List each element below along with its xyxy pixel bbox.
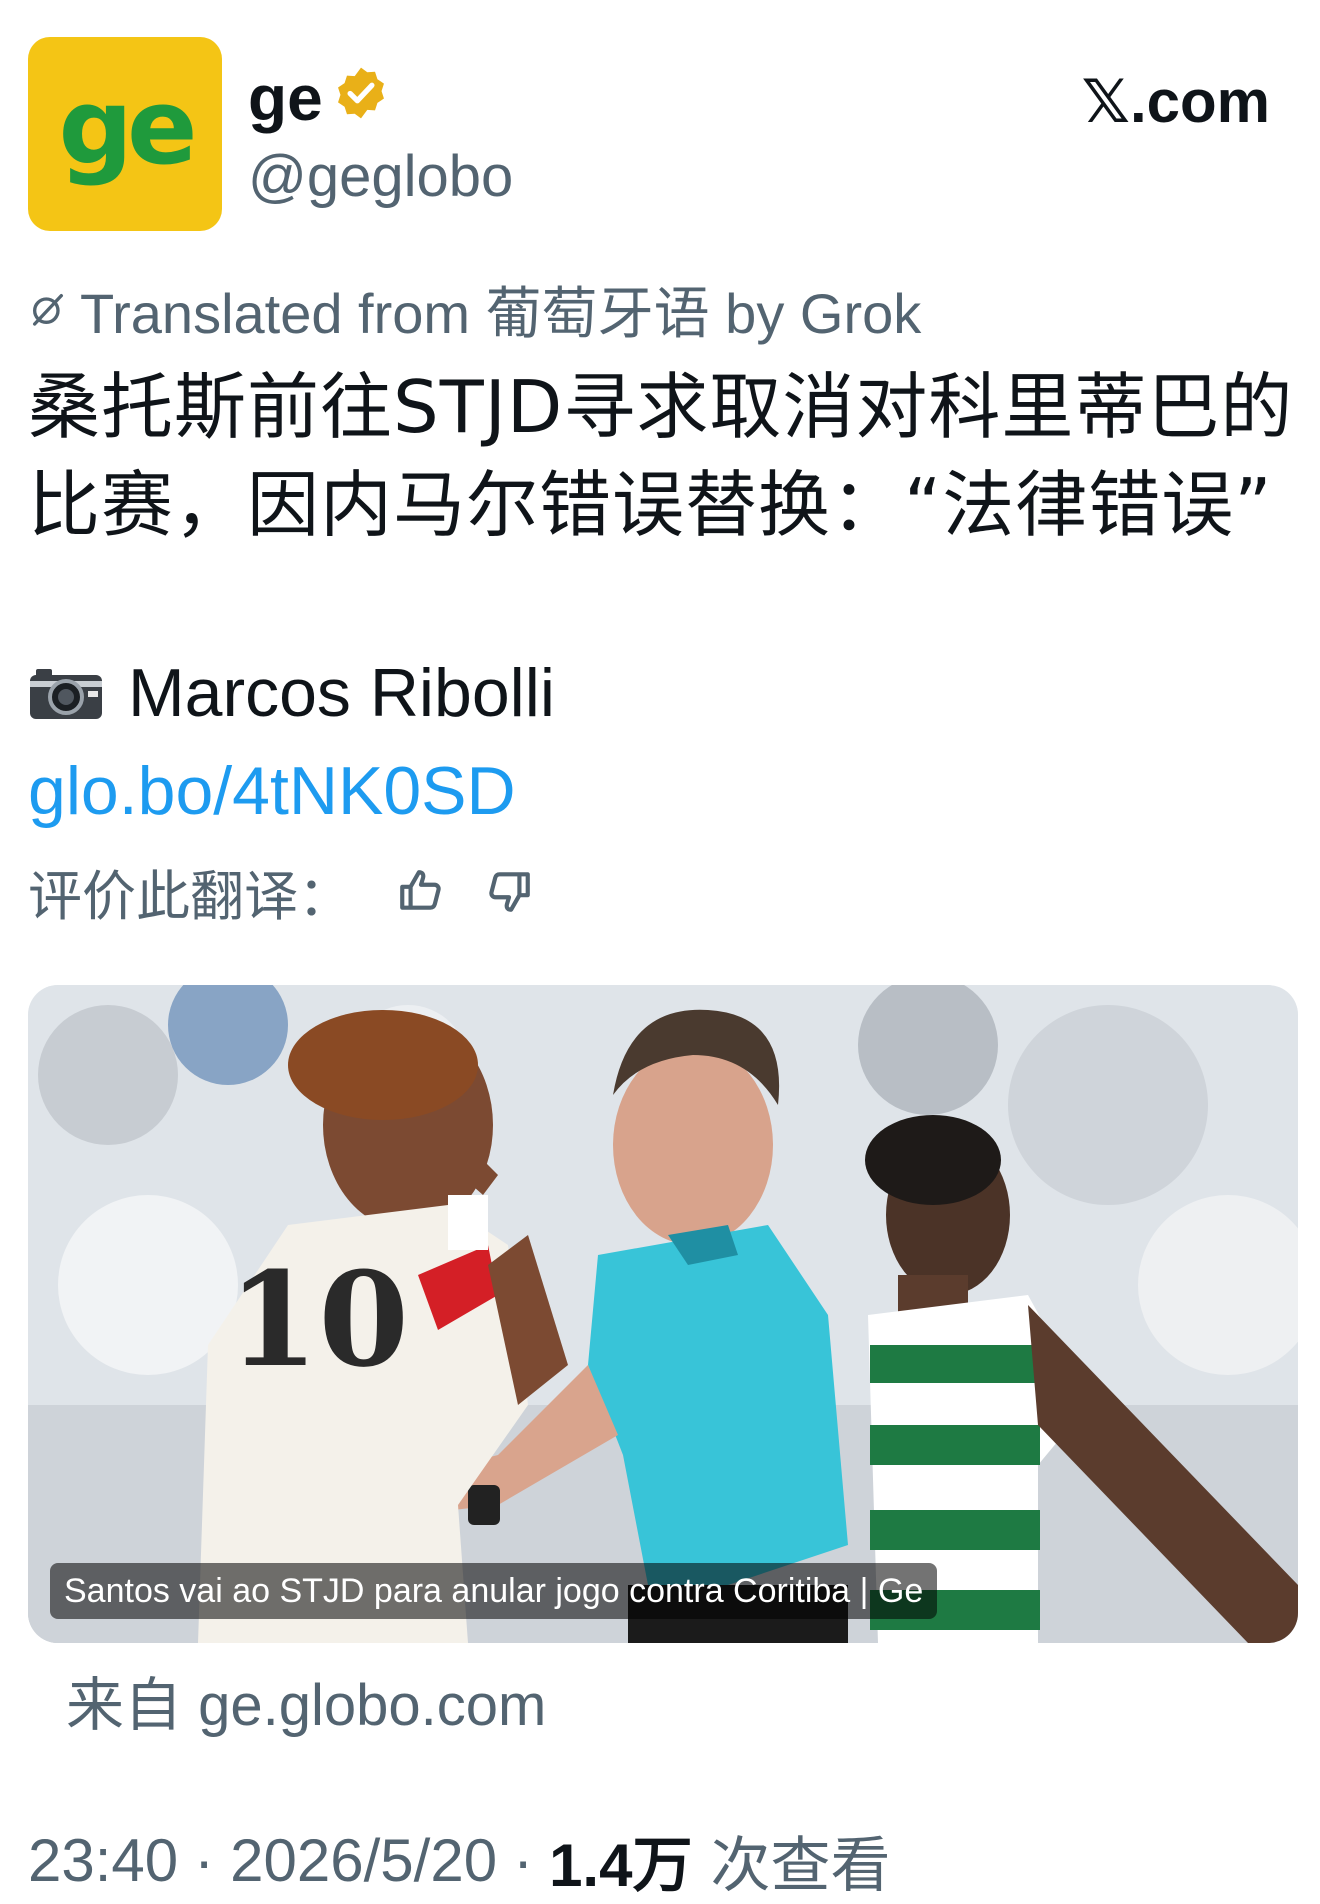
tweet-meta: 23:40 · 2026/5/20 · 1.4万 次查看 — [28, 1822, 890, 1899]
views-label: 次查看 — [710, 1831, 891, 1899]
account-handle[interactable]: @geglobo — [248, 140, 513, 214]
card-source-domain[interactable]: 来自 ge.globo.com — [66, 1668, 546, 1744]
svg-text:10: 10 — [228, 1243, 409, 1396]
separator-dot: · — [513, 1826, 534, 1894]
tweet-text-line-2: 比赛，因内马尔错误替换：“法律错误” — [28, 463, 1273, 547]
rate-translation-label: 评价此翻译： — [28, 864, 352, 928]
tweet-text-line-1: 桑托斯前往STJD寻求取消对科里蒂巴的 — [28, 365, 1294, 449]
thumbs-up-icon[interactable] — [396, 866, 446, 916]
article-photo: 10 — [28, 985, 1298, 1643]
translation-notice[interactable]: Translated from 葡萄牙语 by Grok — [28, 276, 921, 345]
link-preview-card[interactable]: 10 Santos vai ao STJD para anular jogo c… — [28, 985, 1298, 1643]
translate-icon — [33, 294, 63, 326]
thumbs-down-icon[interactable] — [484, 866, 534, 916]
display-name[interactable]: ge — [248, 58, 323, 138]
account-avatar[interactable]: ge — [28, 37, 222, 231]
article-link[interactable]: glo.bo/4tNK0SD — [28, 748, 516, 834]
verified-badge-icon — [338, 67, 384, 119]
separator-dot: · — [194, 1826, 215, 1894]
avatar-logo-text: ge — [58, 66, 198, 188]
photo-credit: Marcos Ribolli — [28, 650, 555, 736]
camera-icon — [30, 669, 102, 719]
x-com-logo: 𝕏.com — [1081, 68, 1270, 135]
tweet-date[interactable]: 2026/5/20 — [230, 1826, 497, 1895]
tweet-text: 桑托斯前往STJD寻求取消对科里蒂巴的 比赛，因内马尔错误替换：“法律错误” — [28, 358, 1298, 554]
tweet-time[interactable]: 23:40 — [28, 1826, 178, 1895]
rate-translation: 评价此翻译： — [28, 856, 534, 928]
views-count: 1.4万 — [549, 1831, 693, 1899]
card-title: Santos vai ao STJD para anular jogo cont… — [50, 1563, 938, 1619]
photo-credit-name: Marcos Ribolli — [128, 655, 555, 731]
translation-label: Translated from 葡萄牙语 by Grok — [80, 281, 922, 345]
